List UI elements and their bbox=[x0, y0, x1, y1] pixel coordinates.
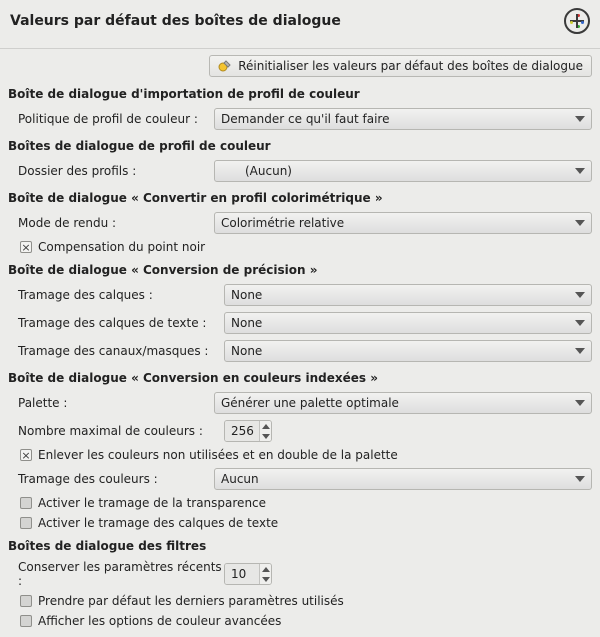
chevron-down-icon bbox=[575, 116, 585, 122]
chevron-down-icon bbox=[575, 320, 585, 326]
profile-folder-label: Dossier des profils : bbox=[6, 164, 214, 178]
chevron-down-icon bbox=[575, 348, 585, 354]
render-mode-select[interactable]: Colorimétrie relative bbox=[214, 212, 592, 234]
maxcolors-step-down[interactable] bbox=[260, 431, 271, 441]
policy-select[interactable]: Demander ce qu'il faut faire bbox=[214, 108, 592, 130]
textlayer-dither-label: Activer le tramage des calques de texte bbox=[38, 516, 278, 530]
preferences-icon bbox=[564, 8, 590, 34]
dither-text-layers-label: Tramage des calques de texte : bbox=[6, 316, 224, 330]
dither-layers-value: None bbox=[231, 288, 262, 302]
transparency-dither-checkbox[interactable] bbox=[20, 497, 32, 509]
color-dither-label: Tramage des couleurs : bbox=[6, 472, 214, 486]
dither-channels-value: None bbox=[231, 344, 262, 358]
show-advanced-color-label: Afficher les options de couleur avancées bbox=[38, 614, 281, 628]
chevron-down-icon bbox=[575, 400, 585, 406]
use-last-params-checkbox[interactable] bbox=[20, 595, 32, 607]
keep-recent-step-down[interactable] bbox=[260, 574, 271, 584]
bpc-label: Compensation du point noir bbox=[38, 240, 205, 254]
policy-value: Demander ce qu'il faut faire bbox=[221, 112, 390, 126]
chevron-down-icon bbox=[575, 476, 585, 482]
dither-channels-label: Tramage des canaux/masques : bbox=[6, 344, 224, 358]
policy-label: Politique de profil de couleur : bbox=[6, 112, 214, 126]
render-mode-label: Mode de rendu : bbox=[6, 216, 214, 230]
section-convert-profile-title: Boîte de dialogue « Convertir en profil … bbox=[8, 191, 594, 205]
keep-recent-spinner[interactable]: 10 bbox=[224, 563, 272, 585]
textlayer-dither-checkbox[interactable] bbox=[20, 517, 32, 529]
bpc-checkbox[interactable] bbox=[20, 241, 32, 253]
palette-select[interactable]: Générer une palette optimale bbox=[214, 392, 592, 414]
dialog-header: Valeurs par défaut des boîtes de dialogu… bbox=[0, 0, 600, 49]
page-title: Valeurs par défaut des boîtes de dialogu… bbox=[10, 13, 341, 29]
remove-dup-label: Enlever les couleurs non utilisées et en… bbox=[38, 448, 398, 462]
render-mode-value: Colorimétrie relative bbox=[221, 216, 344, 230]
chevron-down-icon bbox=[575, 220, 585, 226]
maxcolors-label: Nombre maximal de couleurs : bbox=[6, 424, 224, 438]
reset-icon bbox=[218, 59, 232, 73]
color-dither-select[interactable]: Aucun bbox=[214, 468, 592, 490]
dither-text-layers-select[interactable]: None bbox=[224, 312, 592, 334]
settings-content: Boîte de dialogue d'importation de profi… bbox=[0, 87, 600, 637]
dither-text-layers-value: None bbox=[231, 316, 262, 330]
reset-defaults-label: Réinitialiser les valeurs par défaut des… bbox=[238, 59, 583, 73]
chevron-down-icon bbox=[575, 292, 585, 298]
remove-dup-checkbox[interactable] bbox=[20, 449, 32, 461]
color-dither-value: Aucun bbox=[221, 472, 259, 486]
maxcolors-value[interactable]: 256 bbox=[225, 421, 259, 441]
section-indexed-title: Boîte de dialogue « Conversion en couleu… bbox=[8, 371, 594, 385]
maxcolors-spinner[interactable]: 256 bbox=[224, 420, 272, 442]
section-color-import-title: Boîte de dialogue d'importation de profi… bbox=[8, 87, 594, 101]
dither-layers-label: Tramage des calques : bbox=[6, 288, 224, 302]
keep-recent-value[interactable]: 10 bbox=[225, 564, 259, 584]
palette-label: Palette : bbox=[6, 396, 214, 410]
show-advanced-color-checkbox[interactable] bbox=[20, 615, 32, 627]
transparency-dither-label: Activer le tramage de la transparence bbox=[38, 496, 266, 510]
section-filters-title: Boîtes de dialogue des filtres bbox=[8, 539, 594, 553]
section-color-profile-title: Boîtes de dialogue de profil de couleur bbox=[8, 139, 594, 153]
dither-layers-select[interactable]: None bbox=[224, 284, 592, 306]
reset-row: Réinitialiser les valeurs par défaut des… bbox=[0, 49, 600, 81]
maxcolors-step-up[interactable] bbox=[260, 421, 271, 431]
reset-defaults-button[interactable]: Réinitialiser les valeurs par défaut des… bbox=[209, 55, 592, 77]
chevron-down-icon bbox=[575, 168, 585, 174]
keep-recent-step-up[interactable] bbox=[260, 564, 271, 574]
profile-folder-select[interactable]: (Aucun) bbox=[214, 160, 592, 182]
palette-value: Générer une palette optimale bbox=[221, 396, 399, 410]
keep-recent-label: Conserver les paramètres récents : bbox=[6, 560, 224, 588]
profile-folder-value: (Aucun) bbox=[221, 164, 292, 178]
dither-channels-select[interactable]: None bbox=[224, 340, 592, 362]
section-precision-title: Boîte de dialogue « Conversion de précis… bbox=[8, 263, 594, 277]
use-last-params-label: Prendre par défaut les derniers paramètr… bbox=[38, 594, 344, 608]
